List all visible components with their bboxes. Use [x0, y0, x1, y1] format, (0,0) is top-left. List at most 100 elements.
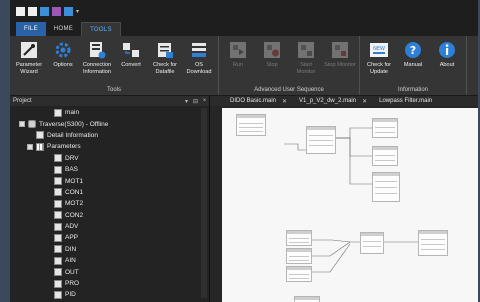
ribbon-group-label: Information [397, 87, 428, 93]
tree-node[interactable]: CON1 [10, 187, 209, 198]
tree-node[interactable]: ADV [10, 221, 209, 232]
tree-expander-icon[interactable] [19, 121, 25, 128]
panel-menu-icon[interactable]: ▾ [182, 98, 191, 105]
document-tab-label: V1_p_V2_dw_2.main [299, 98, 357, 104]
manual-button[interactable]: ? Manual [397, 38, 429, 85]
function-block[interactable] [294, 296, 320, 302]
close-icon[interactable]: ✕ [282, 98, 287, 105]
tab-file[interactable]: FILE [16, 22, 46, 36]
wizard-icon [19, 40, 39, 60]
parameter-group-icon [54, 268, 62, 277]
function-block[interactable] [306, 126, 336, 154]
parameter-wizard-button[interactable]: Parameter Wizard [13, 38, 45, 85]
tree-node-label: main [65, 109, 80, 117]
tab-tools[interactable]: TOOLS [81, 22, 121, 36]
document-tab-label: DIDO Basic.main [230, 98, 277, 104]
parameter-group-icon [54, 245, 62, 254]
help-icon: ? [403, 40, 423, 60]
tree-node-label: Traverse(S300) - Offline [39, 120, 109, 128]
document-tab-label: Lowpass Filter.main [379, 98, 433, 104]
function-block[interactable] [372, 172, 400, 202]
drive-icon [28, 120, 36, 129]
connection-info-icon [87, 40, 107, 60]
parameters-icon [36, 142, 44, 151]
datafile-check-icon [155, 40, 175, 60]
function-block[interactable] [418, 230, 448, 256]
tree-node-label: AIN [65, 257, 76, 265]
tree-node-label: DIN [65, 245, 77, 253]
run-button[interactable]: Run [222, 38, 254, 85]
function-block[interactable] [372, 146, 398, 166]
ribbon: Parameter Wizard Options Connection Info… [10, 36, 478, 96]
function-block[interactable] [286, 248, 312, 264]
document-tab[interactable]: Lowpass Filter.main [373, 96, 438, 106]
tree-node[interactable]: APP [10, 232, 209, 243]
function-block[interactable] [360, 232, 384, 254]
stop-icon [262, 40, 282, 60]
tree-node[interactable]: DRV [10, 153, 209, 164]
start-monitor-button[interactable]: Start Monitor [290, 38, 322, 85]
tree-node[interactable]: AIN [10, 255, 209, 266]
tree-node-label: PID [65, 291, 76, 299]
connection-information-button[interactable]: Connection Information [81, 38, 113, 85]
connection-lines [284, 127, 418, 273]
tree-node[interactable]: CON2 [10, 210, 209, 221]
settings-quick-icon[interactable] [52, 6, 61, 16]
svg-text:NEW: NEW [373, 46, 385, 52]
ribbon-group-label: Tools [106, 87, 121, 93]
tree-node[interactable]: MOT1 [10, 175, 209, 186]
tree-node[interactable]: BAS [10, 164, 209, 175]
tree-node[interactable]: Detail Information [10, 130, 209, 141]
convert-button[interactable]: Convert [115, 38, 147, 85]
parameter-group-icon [54, 279, 62, 288]
menu-bar: FILE HOME TOOLS [10, 22, 478, 36]
tree-node[interactable]: Traverse(S300) - Offline [10, 118, 209, 129]
project-panel-title: Project [13, 98, 32, 104]
tree-node-label: Detail Information [47, 131, 98, 139]
tree-node[interactable]: Parameters [10, 141, 209, 152]
svg-text:?: ? [410, 44, 416, 57]
tree-node[interactable]: PRO [10, 278, 209, 289]
project-scrollbar[interactable] [201, 108, 207, 298]
options-button[interactable]: Options [47, 38, 79, 85]
check-for-datafile-button[interactable]: Check for Datafile [149, 38, 181, 85]
tree-expander-icon[interactable] [27, 143, 33, 150]
tab-home[interactable]: HOME [46, 22, 81, 36]
parameter-group-icon [54, 199, 62, 208]
save-icon[interactable] [28, 6, 37, 16]
panel-pin-icon[interactable]: ⊟ [191, 98, 200, 105]
close-icon[interactable]: ✕ [362, 98, 367, 105]
about-button[interactable]: About [431, 38, 463, 85]
os-download-button[interactable]: OS Download [183, 38, 215, 85]
run-icon [228, 40, 248, 60]
project-tree: main Traverse(S300) - Offline Detail Infor… [10, 106, 209, 301]
function-block[interactable] [286, 230, 312, 246]
document-tab[interactable]: DIDO Basic.main ✕ [224, 96, 293, 106]
function-block[interactable] [372, 118, 398, 138]
stop-monitor-button[interactable]: Stop Monitor [324, 38, 356, 85]
gear-icon [53, 40, 73, 60]
function-block[interactable] [286, 266, 312, 282]
new-file-icon[interactable] [16, 6, 25, 16]
start-monitor-icon [296, 40, 316, 60]
project-panel-header: Project ▾ ⊟ × [10, 96, 209, 106]
open-icon[interactable] [40, 6, 49, 16]
tree-node[interactable]: OUT [10, 266, 209, 277]
check-for-update-button[interactable]: NEW Check for Update [363, 38, 395, 85]
drive-quick-icon[interactable] [64, 6, 73, 16]
tree-node[interactable]: DIN [10, 244, 209, 255]
editor-area: DIDO Basic.main ✕ V1_p_V2_dw_2.main ✕ Lo… [210, 96, 478, 302]
diagram-canvas[interactable] [222, 108, 478, 302]
tree-node[interactable]: main [10, 107, 209, 118]
tree-node-label: MOT2 [65, 200, 84, 208]
function-block[interactable] [236, 114, 266, 136]
stop-button[interactable]: Stop [256, 38, 288, 85]
tree-node[interactable]: PID [10, 289, 209, 300]
project-panel: Project ▾ ⊟ × main Traverse(S300) - Offli… [10, 96, 210, 302]
quick-access-dropdown-icon[interactable]: ▾ [76, 8, 79, 15]
tree-node-label: PRO [65, 280, 80, 288]
tree-node-label: CON2 [65, 211, 84, 219]
panel-close-icon[interactable]: × [200, 98, 209, 104]
document-tab[interactable]: V1_p_V2_dw_2.main ✕ [293, 96, 373, 106]
tree-node[interactable]: MOT2 [10, 198, 209, 209]
